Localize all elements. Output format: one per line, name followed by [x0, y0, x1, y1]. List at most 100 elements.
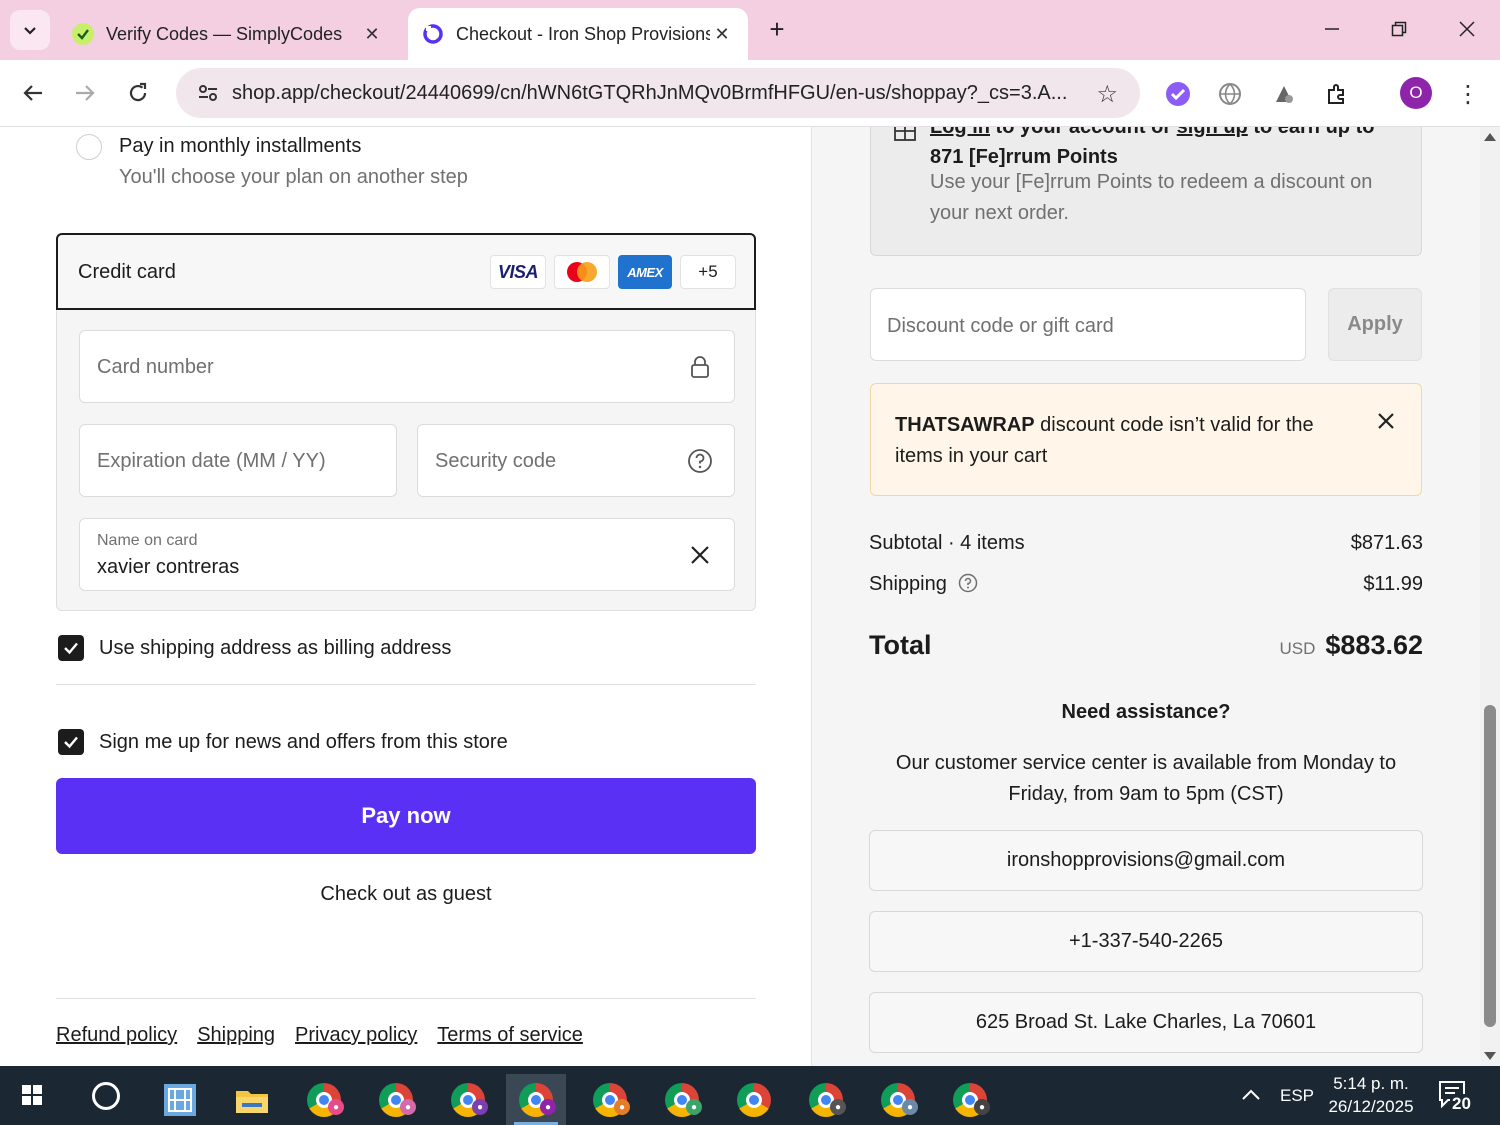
tab-title: Checkout - Iron Shop Provisions	[456, 23, 710, 44]
mastercard-logo	[554, 255, 610, 289]
scroll-thumb[interactable]	[1484, 705, 1496, 1027]
security-code-placeholder: Security code	[435, 450, 557, 472]
taskbar-chrome-icon[interactable]: ●	[366, 1074, 426, 1125]
divider	[56, 684, 756, 685]
name-on-card-input[interactable]: Name on card xavier contreras	[79, 518, 735, 591]
address-bar[interactable]: shop.app/checkout/24440699/cn/hWN6tGTQRh…	[176, 68, 1140, 118]
bookmark-star-icon[interactable]: ☆	[1096, 80, 1118, 109]
forward-button[interactable]	[67, 75, 103, 111]
close-window-button[interactable]	[1452, 14, 1482, 44]
newsletter-checkbox[interactable]	[58, 729, 84, 755]
tab-title: Verify Codes — SimplyCodes	[106, 23, 343, 44]
email-contact-button[interactable]: ironshopprovisions@gmail.com	[869, 830, 1423, 891]
windows-taskbar: ● ● ● ● ● ● ● ● ● ESP 5:14 p. m. 26/12/2…	[0, 1066, 1500, 1125]
shop-icon	[422, 23, 444, 45]
clear-icon[interactable]	[686, 541, 714, 569]
minimize-icon	[1325, 28, 1339, 30]
site-info-icon[interactable]	[194, 79, 222, 107]
taskbar-chrome-icon[interactable]: ●	[652, 1074, 712, 1125]
guest-checkout-link[interactable]: Check out as guest	[56, 883, 756, 906]
billing-address-checkbox[interactable]	[58, 635, 84, 661]
tray-chevron-up-icon[interactable]	[1240, 1084, 1262, 1106]
phone-contact-button[interactable]: +1-337-540-2265	[869, 911, 1423, 972]
credit-card-option[interactable]: Credit card VISA AMEX +5	[56, 233, 756, 310]
chevron-down-icon	[24, 27, 36, 35]
invalid-code: THATSAWRAP	[895, 414, 1035, 436]
notification-count: 20	[1450, 1094, 1473, 1114]
taskbar-chrome-icon[interactable]: ●	[438, 1074, 498, 1125]
tab-search-button[interactable]	[10, 10, 50, 50]
security-code-input[interactable]: Security code	[417, 424, 735, 497]
new-tab-button[interactable]: +	[762, 14, 792, 44]
back-button[interactable]	[15, 75, 51, 111]
lock-icon	[686, 353, 714, 381]
taskbar-chrome-icon[interactable]: ●	[580, 1074, 640, 1125]
shipping-link[interactable]: Shipping	[197, 1024, 275, 1047]
shipping-label: Shipping	[869, 573, 947, 595]
points-text: to earn up to	[1247, 127, 1375, 138]
installments-radio[interactable]	[76, 134, 102, 160]
scroll-down-arrow-icon[interactable]	[1484, 1052, 1496, 1060]
shipping-help-icon[interactable]	[958, 573, 978, 599]
extension-globe-icon[interactable]	[1216, 80, 1244, 108]
taskbar-chrome-icon[interactable]: ●	[796, 1074, 856, 1125]
help-circle-icon[interactable]	[686, 447, 714, 475]
profile-avatar[interactable]: O	[1400, 77, 1432, 109]
taskbar-app-grid-icon[interactable]	[150, 1074, 210, 1125]
taskbar-file-explorer-icon[interactable]	[222, 1074, 282, 1125]
back-arrow-icon	[23, 85, 42, 101]
subtotal-row: Subtotal · 4 items $871.63	[869, 532, 1423, 555]
signup-link[interactable]: sign up	[1177, 127, 1248, 138]
installments-subtext: You'll choose your plan on another step	[119, 166, 468, 188]
taskbar-chrome-icon[interactable]: ●	[940, 1074, 1000, 1125]
billing-address-label: Use shipping address as billing address	[99, 637, 452, 659]
restore-button[interactable]	[1384, 14, 1414, 44]
clock-date: 26/12/2025	[1328, 1097, 1414, 1116]
expiration-date-input[interactable]: Expiration date (MM / YY)	[79, 424, 397, 497]
close-tab-icon[interactable]: ✕	[710, 24, 734, 45]
scroll-up-arrow-icon[interactable]	[1484, 133, 1496, 141]
order-summary-column: Log in to your account or sign up to ear…	[812, 127, 1480, 1066]
visa-logo: VISA	[490, 255, 546, 289]
pay-now-button[interactable]: Pay now	[56, 778, 756, 854]
card-number-input[interactable]: Card number	[79, 330, 735, 403]
terms-of-service-link[interactable]: Terms of service	[437, 1024, 583, 1047]
taskbar-chrome-icon[interactable]: ●	[868, 1074, 928, 1125]
reload-button[interactable]	[120, 75, 156, 111]
taskbar-chrome-active-icon[interactable]: ●	[506, 1074, 566, 1125]
tab-simplycodes[interactable]: Verify Codes — SimplyCodes ✕	[58, 8, 398, 60]
footer-links: Refund policy Shipping Privacy policy Te…	[56, 1024, 583, 1047]
search-icon[interactable]	[92, 1082, 120, 1110]
login-link[interactable]: Log in	[930, 127, 990, 138]
refund-policy-link[interactable]: Refund policy	[56, 1024, 177, 1047]
amex-logo: AMEX	[618, 255, 672, 289]
dismiss-warning-icon[interactable]	[1371, 406, 1401, 436]
browser-menu-icon[interactable]: ⋮	[1456, 78, 1480, 110]
points-description: Use your [Fe]rrum Points to redeem a dis…	[930, 171, 1373, 224]
name-on-card-label: Name on card	[97, 532, 198, 549]
input-language[interactable]: ESP	[1280, 1086, 1314, 1106]
checkmark-icon	[64, 736, 78, 749]
clock[interactable]: 5:14 p. m. 26/12/2025	[1326, 1072, 1416, 1118]
extension-simplycodes-icon[interactable]	[1164, 80, 1192, 108]
discount-code-input[interactable]: Discount code or gift card	[870, 288, 1306, 361]
clock-time: 5:14 p. m.	[1333, 1074, 1409, 1093]
tab-checkout[interactable]: Checkout - Iron Shop Provisions ✕	[408, 8, 748, 60]
extensions-puzzle-icon[interactable]	[1323, 80, 1351, 108]
taskbar-chrome-icon[interactable]: ●	[294, 1074, 354, 1125]
page-scrollbar[interactable]	[1480, 127, 1500, 1066]
total-amount: $883.62	[1325, 630, 1423, 660]
address-contact-button[interactable]: 625 Broad St. Lake Charles, La 70601	[869, 992, 1423, 1053]
windows-start-icon[interactable]	[14, 1081, 48, 1111]
apply-discount-button[interactable]: Apply	[1328, 288, 1422, 361]
minimize-button[interactable]	[1317, 14, 1347, 44]
privacy-policy-link[interactable]: Privacy policy	[295, 1024, 417, 1047]
name-on-card-value: xavier contreras	[97, 556, 240, 578]
points-login-line: Log in to your account or sign up to ear…	[930, 127, 1374, 139]
expiration-placeholder: Expiration date (MM / YY)	[97, 450, 326, 472]
more-brands-badge: +5	[680, 255, 736, 289]
extension-color-icon[interactable]	[1270, 80, 1298, 108]
close-tab-icon[interactable]: ✕	[360, 24, 384, 45]
subtotal-label: Subtotal · 4 items	[869, 532, 1025, 554]
taskbar-chrome-icon[interactable]	[724, 1074, 784, 1125]
